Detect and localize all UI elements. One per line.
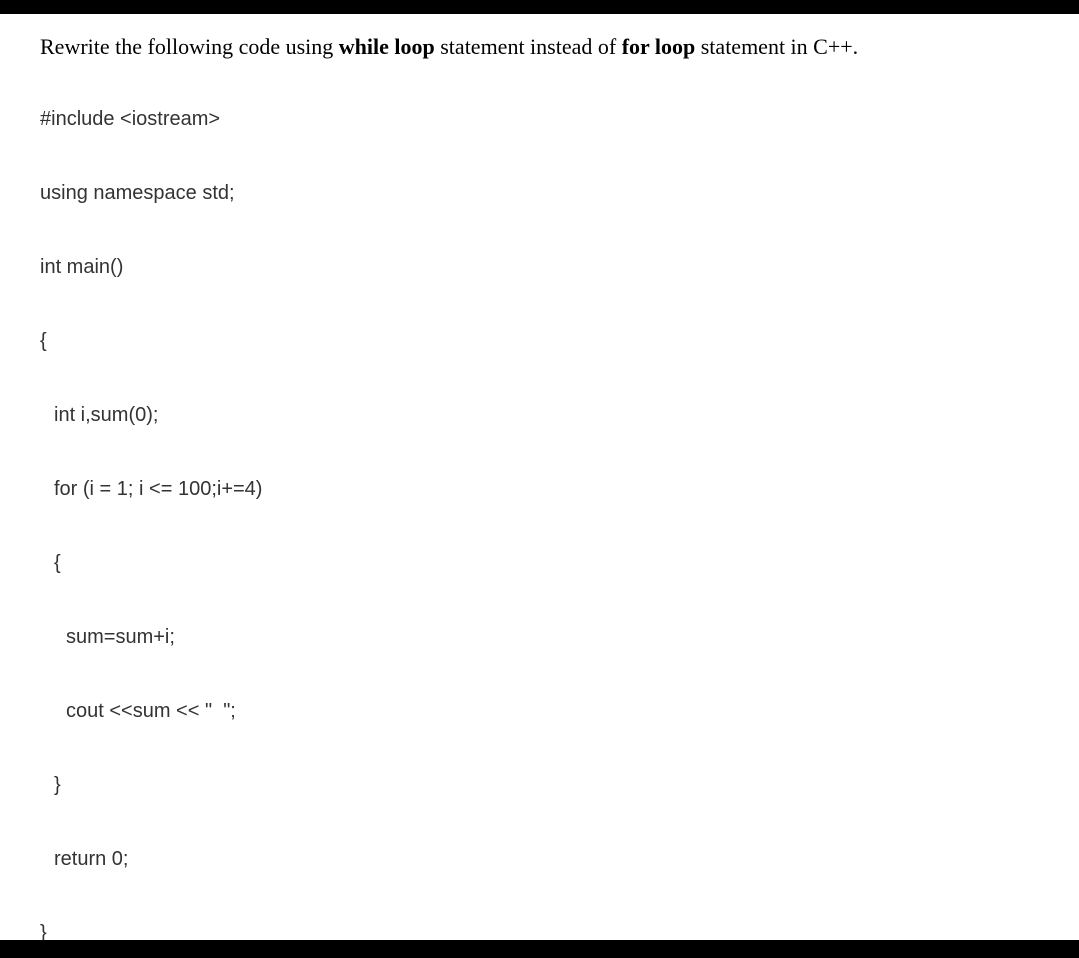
code-line-main: int main() (40, 254, 1039, 280)
question-text: Rewrite the following code using while l… (40, 32, 1039, 62)
code-line-for-close: } (40, 772, 1039, 798)
code-line-sum: sum=sum+i; (40, 624, 1039, 650)
code-line-decl: int i,sum(0); (40, 402, 1039, 428)
code-block: #include <iostream> using namespace std;… (40, 106, 1039, 940)
page: Rewrite the following code using while l… (0, 0, 1079, 958)
code-line-include: #include <iostream> (40, 106, 1039, 132)
question-prefix: Rewrite the following code using (40, 34, 339, 59)
code-line-close-brace: } (40, 920, 1039, 940)
code-line-return: return 0; (40, 846, 1039, 872)
code-line-using: using namespace std; (40, 180, 1039, 206)
question-bold-while: while loop (339, 34, 435, 59)
code-line-open-brace: { (40, 328, 1039, 354)
question-bold-for: for loop (622, 34, 696, 59)
question-mid: statement instead of (435, 34, 622, 59)
bottom-black-bar (0, 940, 1079, 958)
code-line-for-open: { (40, 550, 1039, 576)
top-black-bar (0, 0, 1079, 14)
content-sheet: Rewrite the following code using while l… (0, 14, 1079, 940)
question-suffix: statement in C++. (695, 34, 858, 59)
code-line-for: for (i = 1; i <= 100;i+=4) (40, 476, 1039, 502)
code-line-cout: cout <<sum << " "; (40, 698, 1039, 724)
